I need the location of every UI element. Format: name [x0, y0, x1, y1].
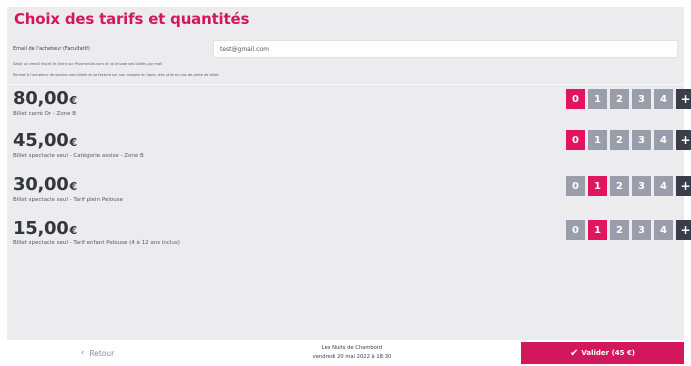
qty-option-4[interactable]: 4: [654, 176, 673, 196]
tariff-description: Billet carré Or - Zone B: [13, 111, 77, 117]
back-button[interactable]: ‹ Retour: [13, 342, 182, 364]
divider: [7, 84, 684, 85]
price-currency: €: [69, 224, 77, 237]
tariff-price: 30,00€: [13, 174, 77, 195]
quantity-selector: 0 1 2 3 4 +: [566, 220, 691, 240]
quantity-selector: 0 1 2 3 4 +: [566, 89, 691, 109]
price-value: 80,00: [13, 88, 69, 109]
email-input[interactable]: [213, 40, 678, 58]
qty-option-0[interactable]: 0: [566, 220, 585, 240]
qty-option-4[interactable]: 4: [654, 220, 673, 240]
qty-option-1[interactable]: 1: [588, 130, 607, 150]
qty-option-0[interactable]: 0: [566, 89, 585, 109]
qty-plus-button[interactable]: +: [676, 176, 691, 196]
tariff-description: Billet spectacle seul - Tarif plein Pelo…: [13, 197, 123, 203]
validate-button[interactable]: ✔ Valider (45 €): [521, 342, 684, 364]
quantity-selector: 0 1 2 3 4 +: [566, 176, 691, 196]
qty-option-2[interactable]: 2: [610, 89, 629, 109]
qty-option-1[interactable]: 1: [588, 89, 607, 109]
price-currency: €: [69, 180, 77, 193]
price-value: 45,00: [13, 130, 69, 151]
qty-plus-button[interactable]: +: [676, 89, 691, 109]
event-name: Les Nuits de Chambord: [321, 345, 383, 351]
qty-option-3[interactable]: 3: [632, 89, 651, 109]
qty-option-4[interactable]: 4: [654, 89, 673, 109]
qty-option-3[interactable]: 3: [632, 130, 651, 150]
qty-option-1[interactable]: 1: [588, 176, 607, 196]
price-value: 30,00: [13, 174, 69, 195]
qty-option-2[interactable]: 2: [610, 220, 629, 240]
email-hint-1: Saisir un email inscrit le client sur Pl…: [13, 62, 163, 66]
back-label: Retour: [89, 348, 115, 358]
tariff-price: 80,00€: [13, 88, 77, 109]
qty-option-3[interactable]: 3: [632, 176, 651, 196]
check-icon: ✔: [569, 347, 579, 359]
qty-option-2[interactable]: 2: [610, 130, 629, 150]
qty-option-1[interactable]: 1: [588, 220, 607, 240]
tariff-price: 45,00€: [13, 130, 77, 151]
email-label: Email de l'acheteur (Facultatif): [13, 46, 90, 52]
qty-option-2[interactable]: 2: [610, 176, 629, 196]
tariff-description: Billet spectacle seul - Catégorie assise…: [13, 153, 144, 159]
qty-option-4[interactable]: 4: [654, 130, 673, 150]
qty-option-0[interactable]: 0: [566, 176, 585, 196]
qty-plus-button[interactable]: +: [676, 130, 691, 150]
page-title: Choix des tarifs et quantités: [14, 10, 250, 28]
event-date: vendredi 20 mai 2022 à 18:30: [312, 354, 392, 360]
email-hint-2: Permet à l'acheteur de stocker ses bille…: [13, 73, 219, 77]
tariff-description: Billet spectacle seul - Tarif enfant Pel…: [13, 240, 180, 246]
qty-plus-button[interactable]: +: [676, 220, 691, 240]
price-value: 15,00: [13, 218, 69, 239]
chevron-left-icon: ‹: [80, 348, 85, 358]
event-info: Les Nuits de Chambord vendredi 20 mai 20…: [216, 342, 488, 364]
qty-option-0[interactable]: 0: [566, 130, 585, 150]
qty-option-3[interactable]: 3: [632, 220, 651, 240]
quantity-selector: 0 1 2 3 4 +: [566, 130, 691, 150]
tariff-price: 15,00€: [13, 218, 77, 239]
price-currency: €: [69, 136, 77, 149]
price-currency: €: [69, 94, 77, 107]
validate-label: Valider (45 €): [581, 349, 636, 357]
